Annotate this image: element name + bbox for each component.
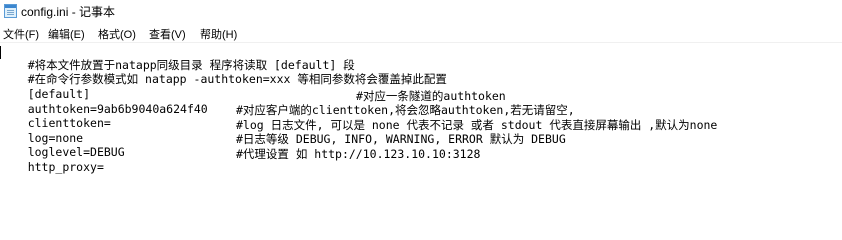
- editor-line: http_proxy= #代理设置 如 http://10.123.10.10:…: [0, 148, 481, 174]
- menu-edit[interactable]: 编辑(E): [48, 26, 85, 42]
- editor-line: log=none #log 日志文件, 可以是 none 代表不记录 或者 st…: [0, 119, 718, 145]
- line-comment: #对应一条隧道的authtoken: [356, 89, 506, 103]
- menu-view[interactable]: 查看(V): [149, 26, 186, 42]
- editor-line: loglevel=DEBUG #日志等级 DEBUG, INFO, WARNIN…: [0, 133, 566, 159]
- line-text: http_proxy=: [27, 160, 104, 174]
- notepad-icon: [4, 4, 17, 18]
- editor-line: authtoken=9ab6b9040a624f40 #对应一条隧道的autht…: [0, 90, 506, 116]
- window-title: config.ini - 记事本: [21, 5, 116, 19]
- editor-line: [default]: [0, 75, 90, 101]
- menu-file[interactable]: 文件(F): [3, 26, 39, 42]
- title-bar: config.ini - 记事本: [0, 0, 842, 22]
- line-comment: #log 日志文件, 可以是 none 代表不记录 或者 stdout 代表直接…: [236, 118, 718, 132]
- menu-format[interactable]: 格式(O): [98, 26, 136, 42]
- menu-bar: 文件(F) 编辑(E) 格式(O) 查看(V) 帮助(H): [0, 22, 842, 43]
- line-text: #在命令行参数模式如 natapp -authtoken=xxx 等相同参数将会…: [27, 72, 447, 86]
- line-comment: #对应客户端的clienttoken,将会忽略authtoken,若无请留空,: [236, 103, 575, 117]
- editor-line: #在命令行参数模式如 natapp -authtoken=xxx 等相同参数将会…: [0, 60, 447, 86]
- line-comment: #代理设置 如 http://10.123.10.10:3128: [236, 147, 481, 161]
- editor-line: clienttoken= #对应客户端的clienttoken,将会忽略auth…: [0, 104, 575, 130]
- menu-help[interactable]: 帮助(H): [200, 26, 237, 42]
- editor-line: #将本文件放置于natapp同级目录 程序将读取 [default] 段: [0, 46, 355, 72]
- line-comment: #日志等级 DEBUG, INFO, WARNING, ERROR 默认为 DE…: [236, 132, 566, 146]
- text-caret: [0, 46, 1, 59]
- text-editor[interactable]: #将本文件放置于natapp同级目录 程序将读取 [default] 段 #在命…: [0, 43, 842, 204]
